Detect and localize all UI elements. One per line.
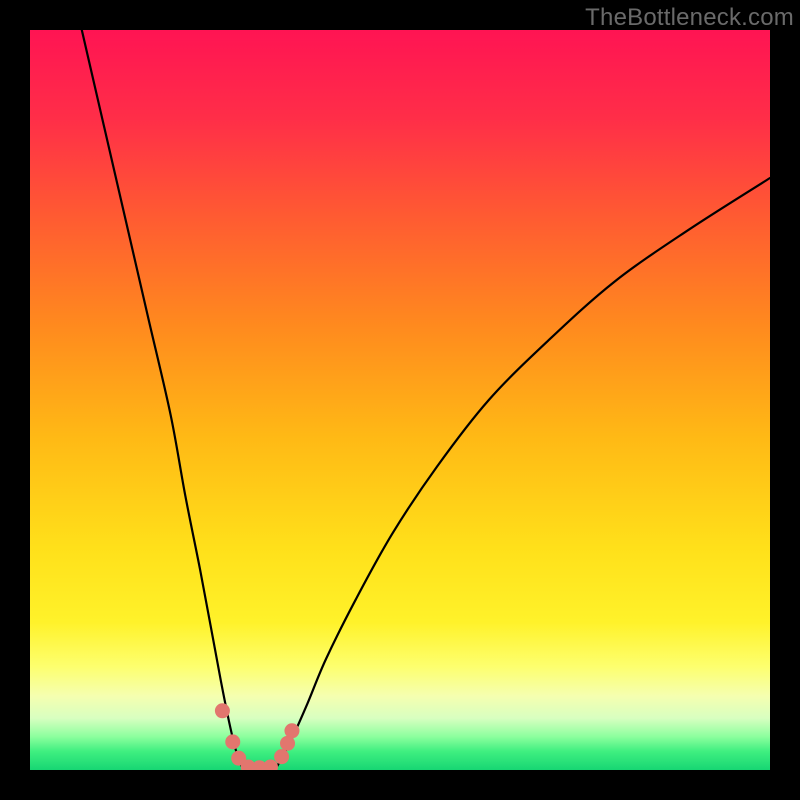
watermark-label: TheBottleneck.com xyxy=(585,4,794,32)
curve-marker xyxy=(225,734,240,749)
bottleneck-curve-chart xyxy=(30,30,770,770)
curve-marker xyxy=(215,703,230,718)
curve-marker xyxy=(284,723,299,738)
chart-frame: TheBottleneck.com xyxy=(0,0,800,800)
gradient-background xyxy=(30,30,770,770)
curve-marker xyxy=(274,749,289,764)
plot-area xyxy=(30,30,770,770)
